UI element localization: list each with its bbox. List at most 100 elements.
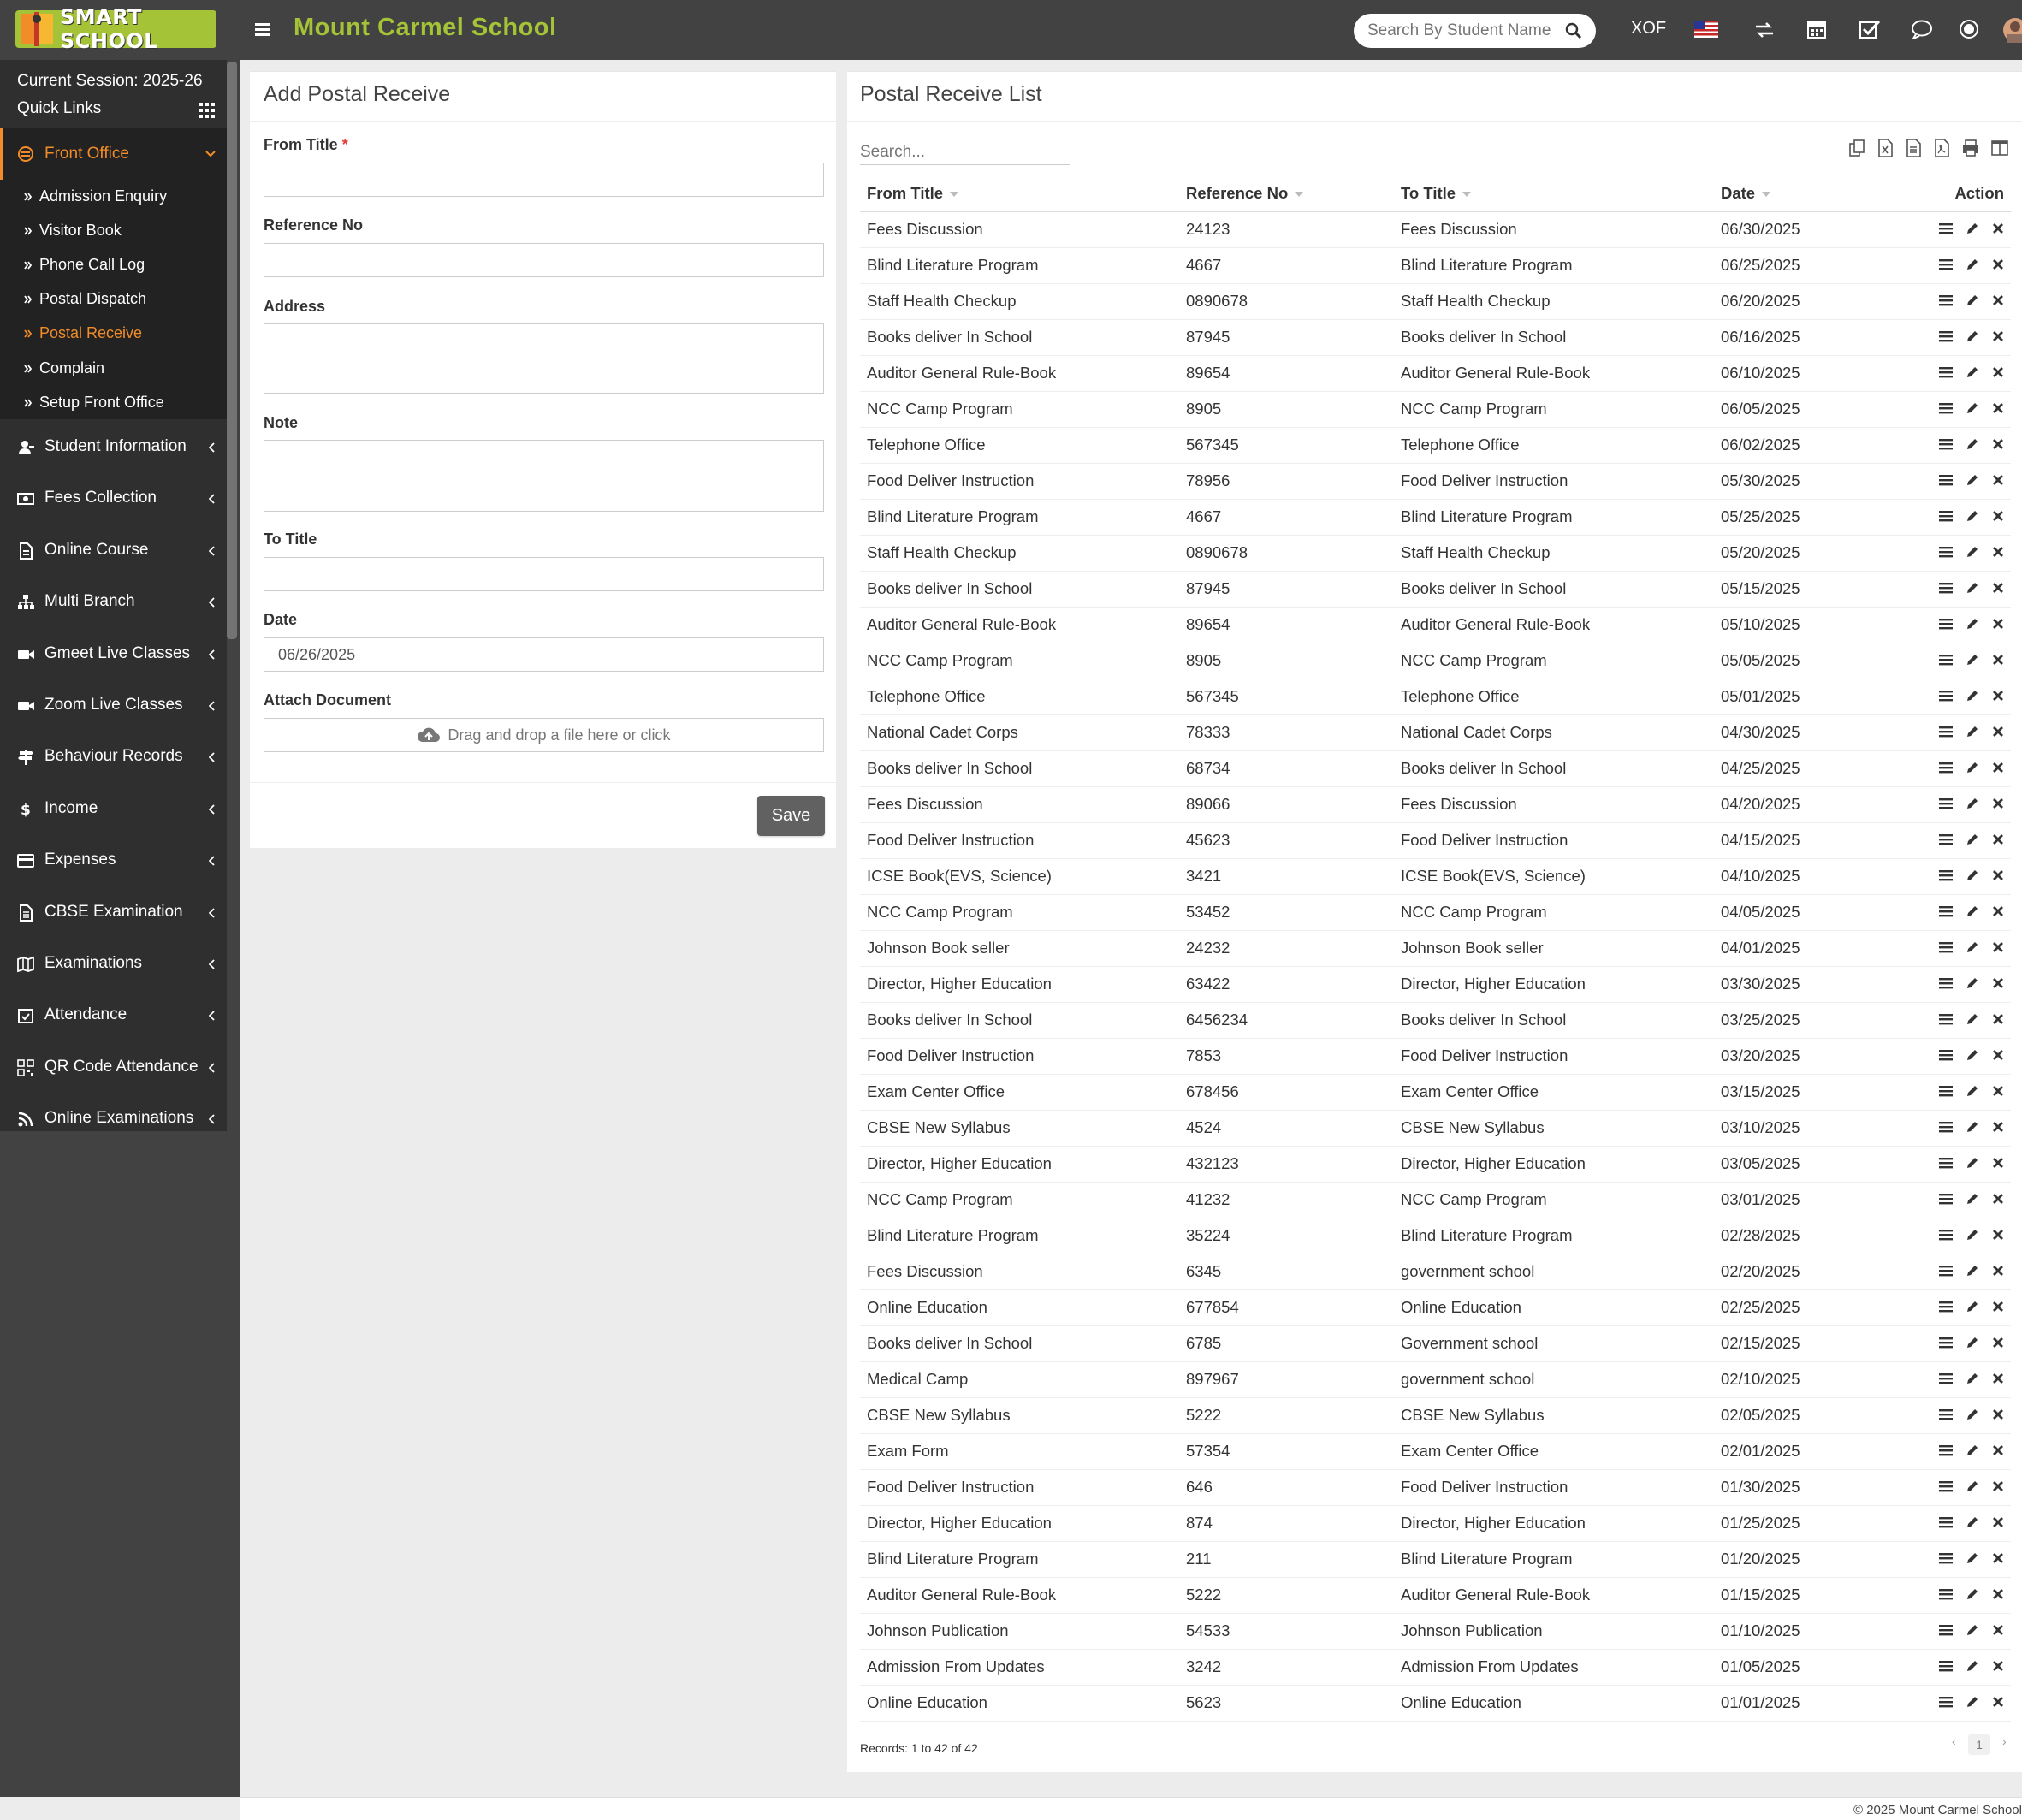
- task-checkbox-icon[interactable]: [1859, 19, 1881, 39]
- delete-x-icon[interactable]: [1992, 294, 2004, 306]
- edit-pencil-icon[interactable]: [1966, 401, 1979, 415]
- edit-pencil-icon[interactable]: [1966, 473, 1979, 487]
- view-list-icon[interactable]: [1939, 1265, 1953, 1277]
- delete-x-icon[interactable]: [1992, 1337, 2004, 1349]
- submenu-item-setup-front-office[interactable]: Setup Front Office: [24, 394, 164, 412]
- edit-pencil-icon[interactable]: [1966, 1623, 1979, 1637]
- view-list-icon[interactable]: [1939, 1372, 1953, 1384]
- file-dropzone[interactable]: Drag and drop a file here or click: [264, 718, 824, 752]
- view-list-icon[interactable]: [1939, 402, 1953, 414]
- view-list-icon[interactable]: [1939, 330, 1953, 342]
- edit-pencil-icon[interactable]: [1966, 869, 1979, 882]
- delete-x-icon[interactable]: [1992, 1265, 2004, 1277]
- edit-pencil-icon[interactable]: [1966, 329, 1979, 343]
- view-list-icon[interactable]: [1939, 869, 1953, 881]
- page-number-button[interactable]: 1: [1968, 1734, 1990, 1755]
- sidebar-item-income[interactable]: $ Income: [0, 784, 227, 835]
- edit-pencil-icon[interactable]: [1966, 1479, 1979, 1493]
- delete-x-icon[interactable]: [1992, 1301, 2004, 1313]
- hamburger-menu-icon[interactable]: [255, 21, 274, 38]
- save-button[interactable]: Save: [757, 796, 825, 836]
- col-from-title[interactable]: From Title: [860, 175, 1179, 212]
- reference-no-input[interactable]: [264, 243, 824, 277]
- edit-pencil-icon[interactable]: [1966, 833, 1979, 846]
- delete-x-icon[interactable]: [1992, 1193, 2004, 1205]
- view-list-icon[interactable]: [1939, 762, 1953, 774]
- columns-icon[interactable]: [1991, 139, 2008, 157]
- csv-export-icon[interactable]: [1906, 139, 1921, 157]
- delete-x-icon[interactable]: [1992, 1049, 2004, 1061]
- delete-x-icon[interactable]: [1992, 474, 2004, 486]
- delete-x-icon[interactable]: [1992, 797, 2004, 809]
- sidebar-scrollbar[interactable]: [227, 62, 237, 639]
- view-list-icon[interactable]: [1939, 258, 1953, 270]
- delete-x-icon[interactable]: [1992, 1085, 2004, 1097]
- view-list-icon[interactable]: [1939, 1193, 1953, 1205]
- sidebar-item-student-information[interactable]: Student Information: [0, 422, 227, 473]
- sidebar-item-behaviour-records[interactable]: Behaviour Records: [0, 732, 227, 783]
- to-title-input[interactable]: [264, 557, 824, 591]
- sidebar-item-qr-code-attendance[interactable]: QR Code Attendance: [0, 1042, 227, 1094]
- note-textarea[interactable]: [264, 440, 824, 512]
- whatsapp-icon[interactable]: [1958, 18, 1980, 40]
- grid-icon[interactable]: [199, 103, 216, 118]
- edit-pencil-icon[interactable]: [1966, 976, 1979, 990]
- col-to-title[interactable]: To Title: [1394, 175, 1714, 212]
- switch-arrows-icon[interactable]: [1754, 21, 1775, 39]
- excel-export-icon[interactable]: [1877, 139, 1893, 157]
- view-list-icon[interactable]: [1939, 1408, 1953, 1420]
- edit-pencil-icon[interactable]: [1966, 725, 1979, 738]
- delete-x-icon[interactable]: [1992, 1660, 2004, 1672]
- edit-pencil-icon[interactable]: [1966, 1084, 1979, 1098]
- from-title-input[interactable]: [264, 163, 824, 197]
- edit-pencil-icon[interactable]: [1966, 1515, 1979, 1529]
- view-list-icon[interactable]: [1939, 797, 1953, 809]
- delete-x-icon[interactable]: [1992, 762, 2004, 774]
- delete-x-icon[interactable]: [1992, 654, 2004, 666]
- view-list-icon[interactable]: [1939, 582, 1953, 594]
- edit-pencil-icon[interactable]: [1966, 1551, 1979, 1565]
- sidebar-item-attendance[interactable]: Attendance: [0, 990, 227, 1041]
- submenu-item-visitor-book[interactable]: Visitor Book: [24, 222, 122, 240]
- edit-pencil-icon[interactable]: [1966, 1444, 1979, 1457]
- edit-pencil-icon[interactable]: [1966, 653, 1979, 667]
- edit-pencil-icon[interactable]: [1966, 1408, 1979, 1421]
- sidebar-item-online-examinations[interactable]: Online Examinations: [0, 1094, 227, 1145]
- edit-pencil-icon[interactable]: [1966, 222, 1979, 235]
- sidebar-item-multi-branch[interactable]: Multi Branch: [0, 577, 227, 628]
- edit-pencil-icon[interactable]: [1966, 940, 1979, 954]
- quick-links[interactable]: Quick Links: [17, 99, 101, 118]
- pdf-export-icon[interactable]: [1934, 139, 1949, 157]
- edit-pencil-icon[interactable]: [1966, 1228, 1979, 1242]
- address-textarea[interactable]: [264, 323, 824, 394]
- submenu-item-admission-enquiry[interactable]: Admission Enquiry: [24, 187, 167, 205]
- student-search-input[interactable]: [1367, 21, 1556, 40]
- sidebar-item-zoom-live-classes[interactable]: Zoom Live Classes: [0, 680, 227, 732]
- view-list-icon[interactable]: [1939, 654, 1953, 666]
- edit-pencil-icon[interactable]: [1966, 1048, 1979, 1062]
- submenu-item-postal-dispatch[interactable]: Postal Dispatch: [24, 290, 146, 308]
- sidebar-item-gmeet-live-classes[interactable]: Gmeet Live Classes: [0, 629, 227, 680]
- view-list-icon[interactable]: [1939, 1301, 1953, 1313]
- view-list-icon[interactable]: [1939, 690, 1953, 702]
- view-list-icon[interactable]: [1939, 474, 1953, 486]
- delete-x-icon[interactable]: [1992, 366, 2004, 378]
- edit-pencil-icon[interactable]: [1966, 509, 1979, 523]
- submenu-item-postal-receive[interactable]: Postal Receive: [24, 324, 142, 342]
- delete-x-icon[interactable]: [1992, 402, 2004, 414]
- sidebar-item-fees-collection[interactable]: Fees Collection: [0, 473, 227, 525]
- edit-pencil-icon[interactable]: [1966, 581, 1979, 595]
- view-list-icon[interactable]: [1939, 1444, 1953, 1456]
- edit-pencil-icon[interactable]: [1966, 1156, 1979, 1170]
- view-list-icon[interactable]: [1939, 1516, 1953, 1528]
- delete-x-icon[interactable]: [1992, 905, 2004, 917]
- delete-x-icon[interactable]: [1992, 941, 2004, 953]
- view-list-icon[interactable]: [1939, 977, 1953, 989]
- user-avatar[interactable]: [2002, 17, 2022, 43]
- edit-pencil-icon[interactable]: [1966, 1192, 1979, 1206]
- copy-icon[interactable]: [1848, 139, 1865, 157]
- view-list-icon[interactable]: [1939, 833, 1953, 845]
- delete-x-icon[interactable]: [1992, 726, 2004, 738]
- delete-x-icon[interactable]: [1992, 1444, 2004, 1456]
- view-list-icon[interactable]: [1939, 905, 1953, 917]
